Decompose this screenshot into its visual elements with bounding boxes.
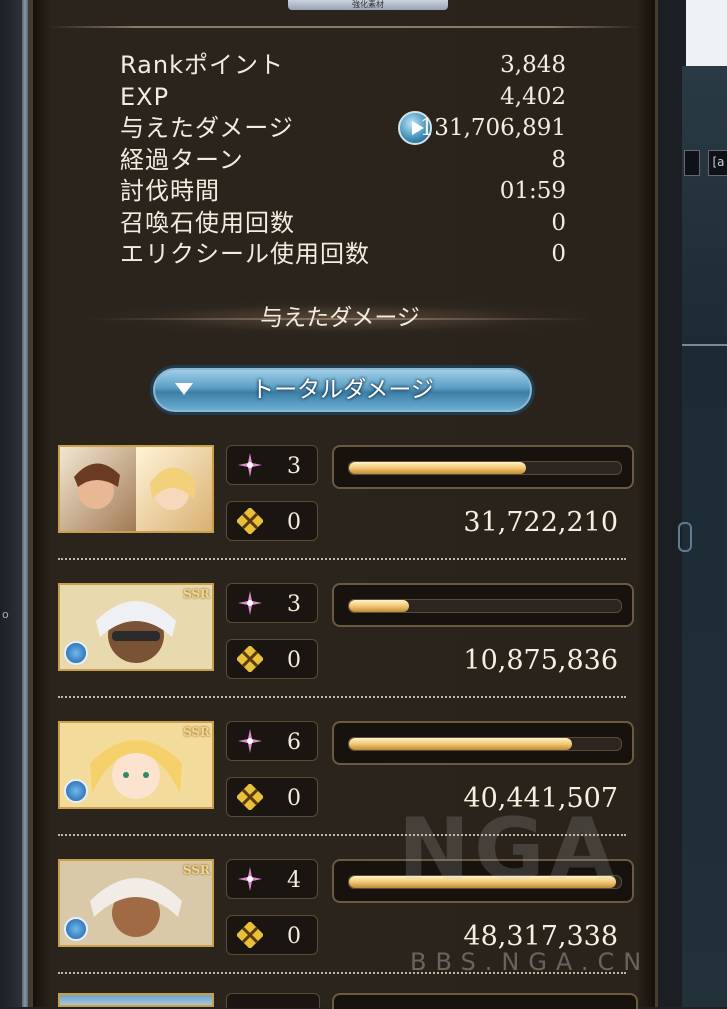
next-portrait-peek	[58, 993, 214, 1007]
skill-count-box: 3	[226, 583, 318, 623]
stat-value: 0	[551, 209, 566, 236]
rarity-badge: SSR	[182, 587, 210, 601]
portrait-icon[interactable]: SSR	[58, 859, 214, 947]
stat-summon-uses: 召喚石使用回数 0	[120, 208, 566, 240]
char-row-1: 3 0 31,722,210	[58, 445, 634, 583]
damage-value: 31,722,210	[463, 507, 618, 538]
stat-damage: 与えたダメージ 131,706,891	[120, 111, 566, 145]
stat-value: 131,706,891	[419, 115, 566, 141]
sparkle-icon	[238, 591, 262, 615]
ougi-count-box: 0	[226, 915, 318, 955]
stat-value: 01:59	[499, 178, 566, 204]
ougi-count: 0	[287, 786, 301, 811]
crossed-swords-icon	[237, 784, 263, 810]
crossed-swords-icon	[237, 508, 263, 534]
stat-label: エリクシール使用回数	[120, 240, 370, 268]
damage-section-title: 与えたダメージ	[90, 300, 590, 336]
damage-value: 48,317,338	[463, 921, 618, 952]
row-divider	[58, 696, 626, 698]
right-tag-1	[684, 150, 700, 176]
skill-count: 4	[287, 868, 301, 893]
next-count-box-peek	[226, 993, 320, 1008]
bar-track	[348, 599, 622, 613]
bar-track	[348, 875, 622, 889]
damage-value: 10,875,836	[463, 645, 618, 676]
ougi-count: 0	[287, 648, 301, 673]
sparkle-icon	[238, 453, 262, 477]
water-element-icon	[64, 917, 88, 941]
total-damage-dropdown[interactable]: トータルダメージ	[150, 365, 535, 415]
char-row-2: SSR 3 0 10,875,836	[58, 583, 634, 721]
stat-elixir-uses: エリクシール使用回数 0	[120, 239, 566, 271]
stat-label: 経過ターン	[120, 145, 244, 174]
bar-fill	[349, 738, 573, 750]
stat-value: 3,848	[500, 52, 566, 78]
stat-value: 4,402	[500, 83, 566, 110]
bar-track	[348, 461, 622, 475]
bar-fill	[349, 876, 616, 888]
bar-track	[348, 737, 622, 751]
section-title-text: 与えたダメージ	[260, 305, 420, 331]
stats-list: Rankポイント 3,848 EXP 4,402 与えたダメージ 131,706…	[120, 50, 566, 271]
left-window-edge: o	[0, 0, 30, 1007]
row-divider	[58, 972, 626, 974]
row-divider	[58, 558, 626, 560]
stat-value: 0	[551, 241, 566, 267]
total-damage-label: トータルダメージ	[251, 377, 434, 403]
portrait-icon[interactable]: SSR	[58, 583, 214, 671]
stat-turns: 経過ターン 8	[120, 145, 566, 177]
stat-label: Rankポイント	[120, 51, 284, 79]
ougi-count: 0	[287, 924, 301, 949]
char-row-3: SSR 6 0 40,441,507	[58, 721, 634, 859]
portrait-icon[interactable]: SSR	[58, 721, 214, 809]
rarity-badge: SSR	[182, 863, 210, 877]
ornament-line	[48, 26, 638, 28]
stat-label: 討伐時間	[120, 177, 220, 205]
skill-count: 6	[287, 730, 301, 755]
sparkle-icon	[238, 867, 262, 891]
crossed-swords-icon	[237, 922, 263, 948]
stat-rank-points: Rankポイント 3,848	[120, 50, 566, 82]
ougi-count-box: 0	[226, 501, 318, 541]
stat-label: 召喚石使用回数	[120, 208, 295, 237]
skill-count-box: 4	[226, 859, 318, 899]
right-background-window: [a	[658, 0, 727, 1007]
right-knob	[678, 522, 692, 552]
ougi-count-box: 0	[226, 777, 318, 817]
bar-fill	[349, 462, 526, 474]
ougi-count: 0	[287, 510, 301, 535]
damage-bar	[332, 445, 634, 489]
right-white-area	[686, 0, 727, 66]
stat-value: 8	[551, 146, 566, 173]
top-ornament-bar: 強化素材	[48, 0, 638, 36]
damage-bar	[332, 859, 634, 903]
damage-bar	[332, 721, 634, 765]
row-divider	[58, 834, 626, 836]
skill-count: 3	[287, 454, 301, 479]
skill-count-box: 3	[226, 445, 318, 485]
stat-time: 討伐時間 01:59	[120, 176, 566, 208]
top-badge: 強化素材	[288, 0, 448, 10]
water-element-icon	[64, 641, 88, 665]
skill-count: 3	[287, 592, 301, 617]
stat-exp: EXP 4,402	[120, 82, 566, 114]
water-element-icon	[64, 779, 88, 803]
char-row-4: SSR 4 0 48,317,338	[58, 859, 634, 997]
ougi-count-box: 0	[226, 639, 318, 679]
rarity-badge: SSR	[182, 725, 210, 739]
sparkle-icon	[238, 729, 262, 753]
stat-label: 与えたダメージ	[120, 114, 294, 142]
right-divider	[682, 344, 727, 346]
left-mark: o	[2, 608, 9, 621]
bar-fill	[349, 600, 409, 612]
portrait-duo-icon[interactable]	[58, 445, 214, 533]
damage-value: 40,441,507	[463, 783, 618, 814]
left-scroll-edge	[22, 0, 28, 1007]
damage-bar	[332, 583, 634, 627]
crossed-swords-icon	[237, 646, 263, 672]
stat-label: EXP	[120, 82, 170, 111]
right-tag-2: [a	[708, 150, 727, 176]
skill-count-box: 6	[226, 721, 318, 761]
